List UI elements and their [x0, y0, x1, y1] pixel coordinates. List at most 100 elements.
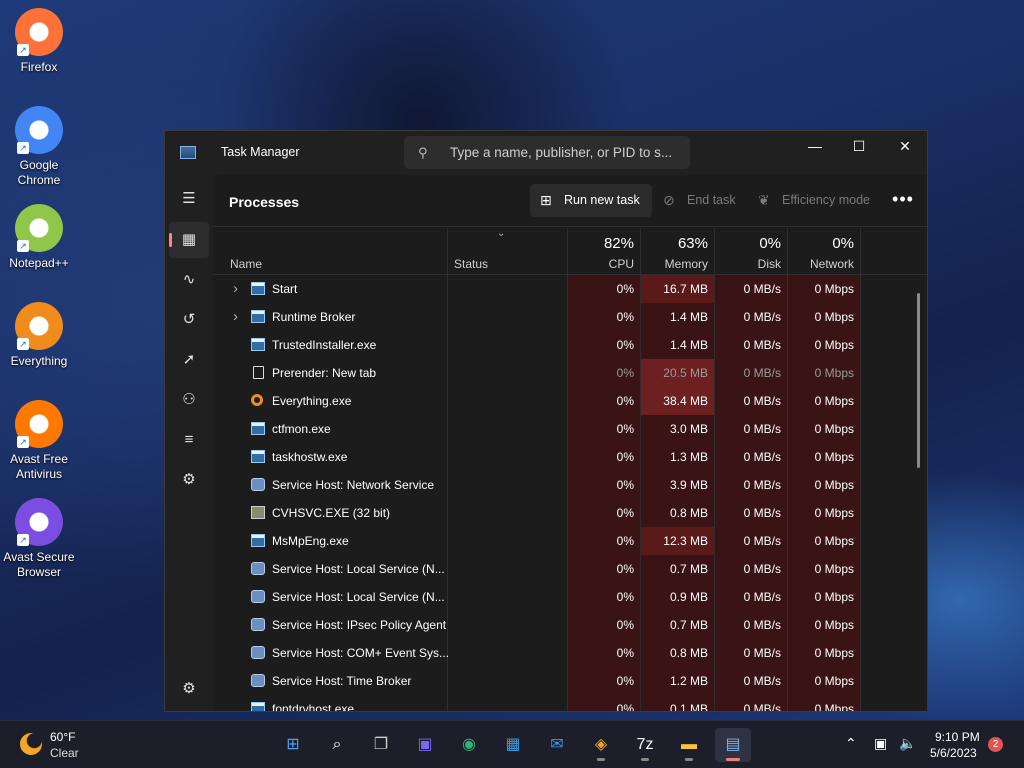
shortcut-arrow-icon: ↗ [17, 44, 29, 56]
mail-button[interactable]: ✉ [539, 728, 575, 762]
table-row[interactable]: Service Host: Network Service 0% 3.9 MB 0 M… [213, 471, 927, 499]
process-cpu-value: 0% [568, 331, 640, 359]
title-bar[interactable]: Task Manager ⚲ — ☐ ✕ [165, 131, 927, 175]
search-button[interactable]: ⌕ [319, 728, 355, 762]
column-header-network[interactable]: 0% Network [788, 228, 860, 275]
maximize-button[interactable]: ☐ [836, 131, 882, 161]
store-icon: ▦ [505, 736, 521, 753]
table-row[interactable]: › Runtime Broker 0% 1.4 MB 0 MB/s 0 Mbps [213, 303, 927, 331]
table-row[interactable]: TrustedInstaller.exe 0% 1.4 MB 0 MB/s 0 Mbps [213, 331, 927, 359]
run-new-task-button[interactable]: ⊞ Run new task [530, 184, 652, 217]
hamburger-menu-icon[interactable]: ☰ [169, 181, 209, 217]
efficiency-mode-label: Efficiency mode [782, 193, 871, 207]
running-indicator [597, 758, 605, 761]
end-task-button[interactable]: ⊘ End task [653, 184, 748, 217]
start-icon: ⊞ [286, 736, 300, 753]
store-button[interactable]: ▦ [495, 728, 531, 762]
column-header-name[interactable]: Name [213, 228, 447, 275]
column-header-cpu[interactable]: 82% CPU [568, 228, 640, 275]
desktop-shortcut[interactable]: ↗ Avast Free Antivirus [0, 400, 78, 482]
desktop-shortcut[interactable]: ↗ Notepad++ [0, 204, 78, 271]
desktop-shortcut[interactable]: ↗ Everything [0, 302, 78, 369]
column-header-disk[interactable]: 0% Disk [715, 228, 787, 275]
process-cpu-value: 0% [568, 499, 640, 527]
shortcut-arrow-icon: ↗ [17, 142, 29, 154]
table-row[interactable]: Everything.exe 0% 38.4 MB 0 MB/s 0 Mbps [213, 387, 927, 415]
table-row[interactable]: Service Host: Time Broker 0% 1.2 MB 0 MB/s 0… [213, 667, 927, 695]
process-network-value: 0 Mbps [788, 471, 860, 499]
mail-icon: ✉ [550, 736, 564, 753]
gear-icon [251, 590, 265, 603]
weather-temperature[interactable]: 60°F [50, 730, 75, 744]
7zip-button[interactable]: 7z [627, 728, 663, 762]
run-task-icon: ⊞ [540, 192, 552, 208]
start-button[interactable]: ⊞ [275, 728, 311, 762]
process-disk-value: 0 MB/s [715, 695, 787, 711]
clock-time[interactable]: 9:10 PM [935, 730, 980, 744]
chat-button[interactable]: ▣ [407, 728, 443, 762]
table-row[interactable]: taskhostw.exe 0% 1.3 MB 0 MB/s 0 Mbps [213, 443, 927, 471]
end-task-label: End task [687, 193, 736, 207]
process-network-value: 0 Mbps [788, 387, 860, 415]
column-header-status[interactable]: ⌄ Status [447, 228, 567, 275]
table-row[interactable]: fontdrvhost.exe 0% 0.1 MB 0 MB/s 0 Mbps [213, 695, 927, 711]
desktop-shortcut[interactable]: ↗ Firefox [0, 8, 78, 75]
search-icon: ⌕ [332, 736, 342, 753]
process-name: ctfmon.exe [272, 422, 331, 436]
desktop-shortcut-label: Avast Secure Browser [3, 550, 75, 579]
process-network-value: 0 Mbps [788, 443, 860, 471]
process-memory-value: 1.4 MB [641, 303, 714, 331]
window-icon [251, 282, 265, 295]
table-row[interactable]: MsMpEng.exe 0% 12.3 MB 0 MB/s 0 Mbps [213, 527, 927, 555]
desktop-shortcut[interactable]: ↗ Google Chrome [0, 106, 78, 188]
expand-chevron-icon[interactable]: › [233, 275, 238, 303]
network-icon[interactable]: ▣ [874, 735, 887, 752]
network-total-percent: 0% [832, 235, 854, 252]
file-explorer-button[interactable]: ▬ [671, 728, 707, 762]
expand-chevron-icon[interactable]: › [233, 303, 238, 331]
avast-browser-button[interactable]: ◈ [583, 728, 619, 762]
table-row[interactable]: Service Host: Local Service (N... 0% 0.7 M… [213, 555, 927, 583]
window-icon [251, 310, 265, 323]
search-box[interactable]: ⚲ [404, 136, 690, 169]
volume-icon[interactable]: 🔈 [899, 735, 916, 752]
edge-button[interactable]: ◉ [451, 728, 487, 762]
scrollbar-thumb[interactable] [917, 293, 920, 468]
table-row[interactable]: › Start 0% 16.7 MB 0 MB/s 0 Mbps [213, 275, 927, 303]
chevron-up-icon[interactable]: ⌃ [845, 735, 857, 752]
column-header-memory[interactable]: 63% Memory [641, 228, 714, 275]
settings-gear-icon[interactable]: ⚙ [169, 671, 209, 707]
table-row[interactable]: ctfmon.exe 0% 3.0 MB 0 MB/s 0 Mbps [213, 415, 927, 443]
nav-services-icon[interactable]: ⚙ [169, 462, 209, 498]
weather-condition[interactable]: Clear [50, 746, 79, 760]
nav-processes-icon[interactable]: ▦ [169, 222, 209, 258]
task-manager-button[interactable]: ▤ [715, 728, 751, 762]
task-view-icon: ❐ [373, 736, 389, 753]
table-row[interactable]: Service Host: Local Service (N... 0% 0.9 M… [213, 583, 927, 611]
moon-weather-icon[interactable] [20, 733, 42, 755]
process-cpu-value: 0% [568, 611, 640, 639]
document-icon [253, 366, 264, 379]
process-cpu-value: 0% [568, 583, 640, 611]
task-view-button[interactable]: ❐ [363, 728, 399, 762]
clock-date[interactable]: 5/6/2023 [930, 746, 977, 760]
nav-app-history-icon[interactable]: ↺ [169, 302, 209, 338]
minimize-button[interactable]: — [792, 131, 838, 161]
table-row[interactable]: Service Host: IPsec Policy Agent 0% 0.7 MB… [213, 611, 927, 639]
table-row[interactable]: CVHSVC.EXE (32 bit) 0% 0.8 MB 0 MB/s 0 Mbps [213, 499, 927, 527]
process-disk-value: 0 MB/s [715, 275, 787, 303]
efficiency-mode-button[interactable]: ❦ Efficiency mode [748, 184, 882, 217]
nav-startup-apps-icon[interactable]: ➚ [169, 342, 209, 378]
nav-performance-icon[interactable]: ∿ [169, 262, 209, 298]
process-disk-value: 0 MB/s [715, 667, 787, 695]
nav-details-icon[interactable]: ≡ [169, 422, 209, 458]
nav-users-icon[interactable]: ⚇ [169, 382, 209, 418]
process-name: MsMpEng.exe [272, 534, 349, 548]
close-button[interactable]: ✕ [882, 131, 927, 161]
table-row[interactable]: Service Host: COM+ Event Sys... 0% 0.8 MB 0… [213, 639, 927, 667]
more-options-button[interactable]: ••• [885, 184, 921, 217]
table-row[interactable]: Prerender: New tab 0% 20.5 MB 0 MB/s 0 Mbps [213, 359, 927, 387]
notification-badge[interactable]: 2 [988, 737, 1003, 752]
desktop-shortcut[interactable]: ↗ Avast Secure Browser [0, 498, 78, 580]
search-input[interactable] [450, 136, 686, 169]
